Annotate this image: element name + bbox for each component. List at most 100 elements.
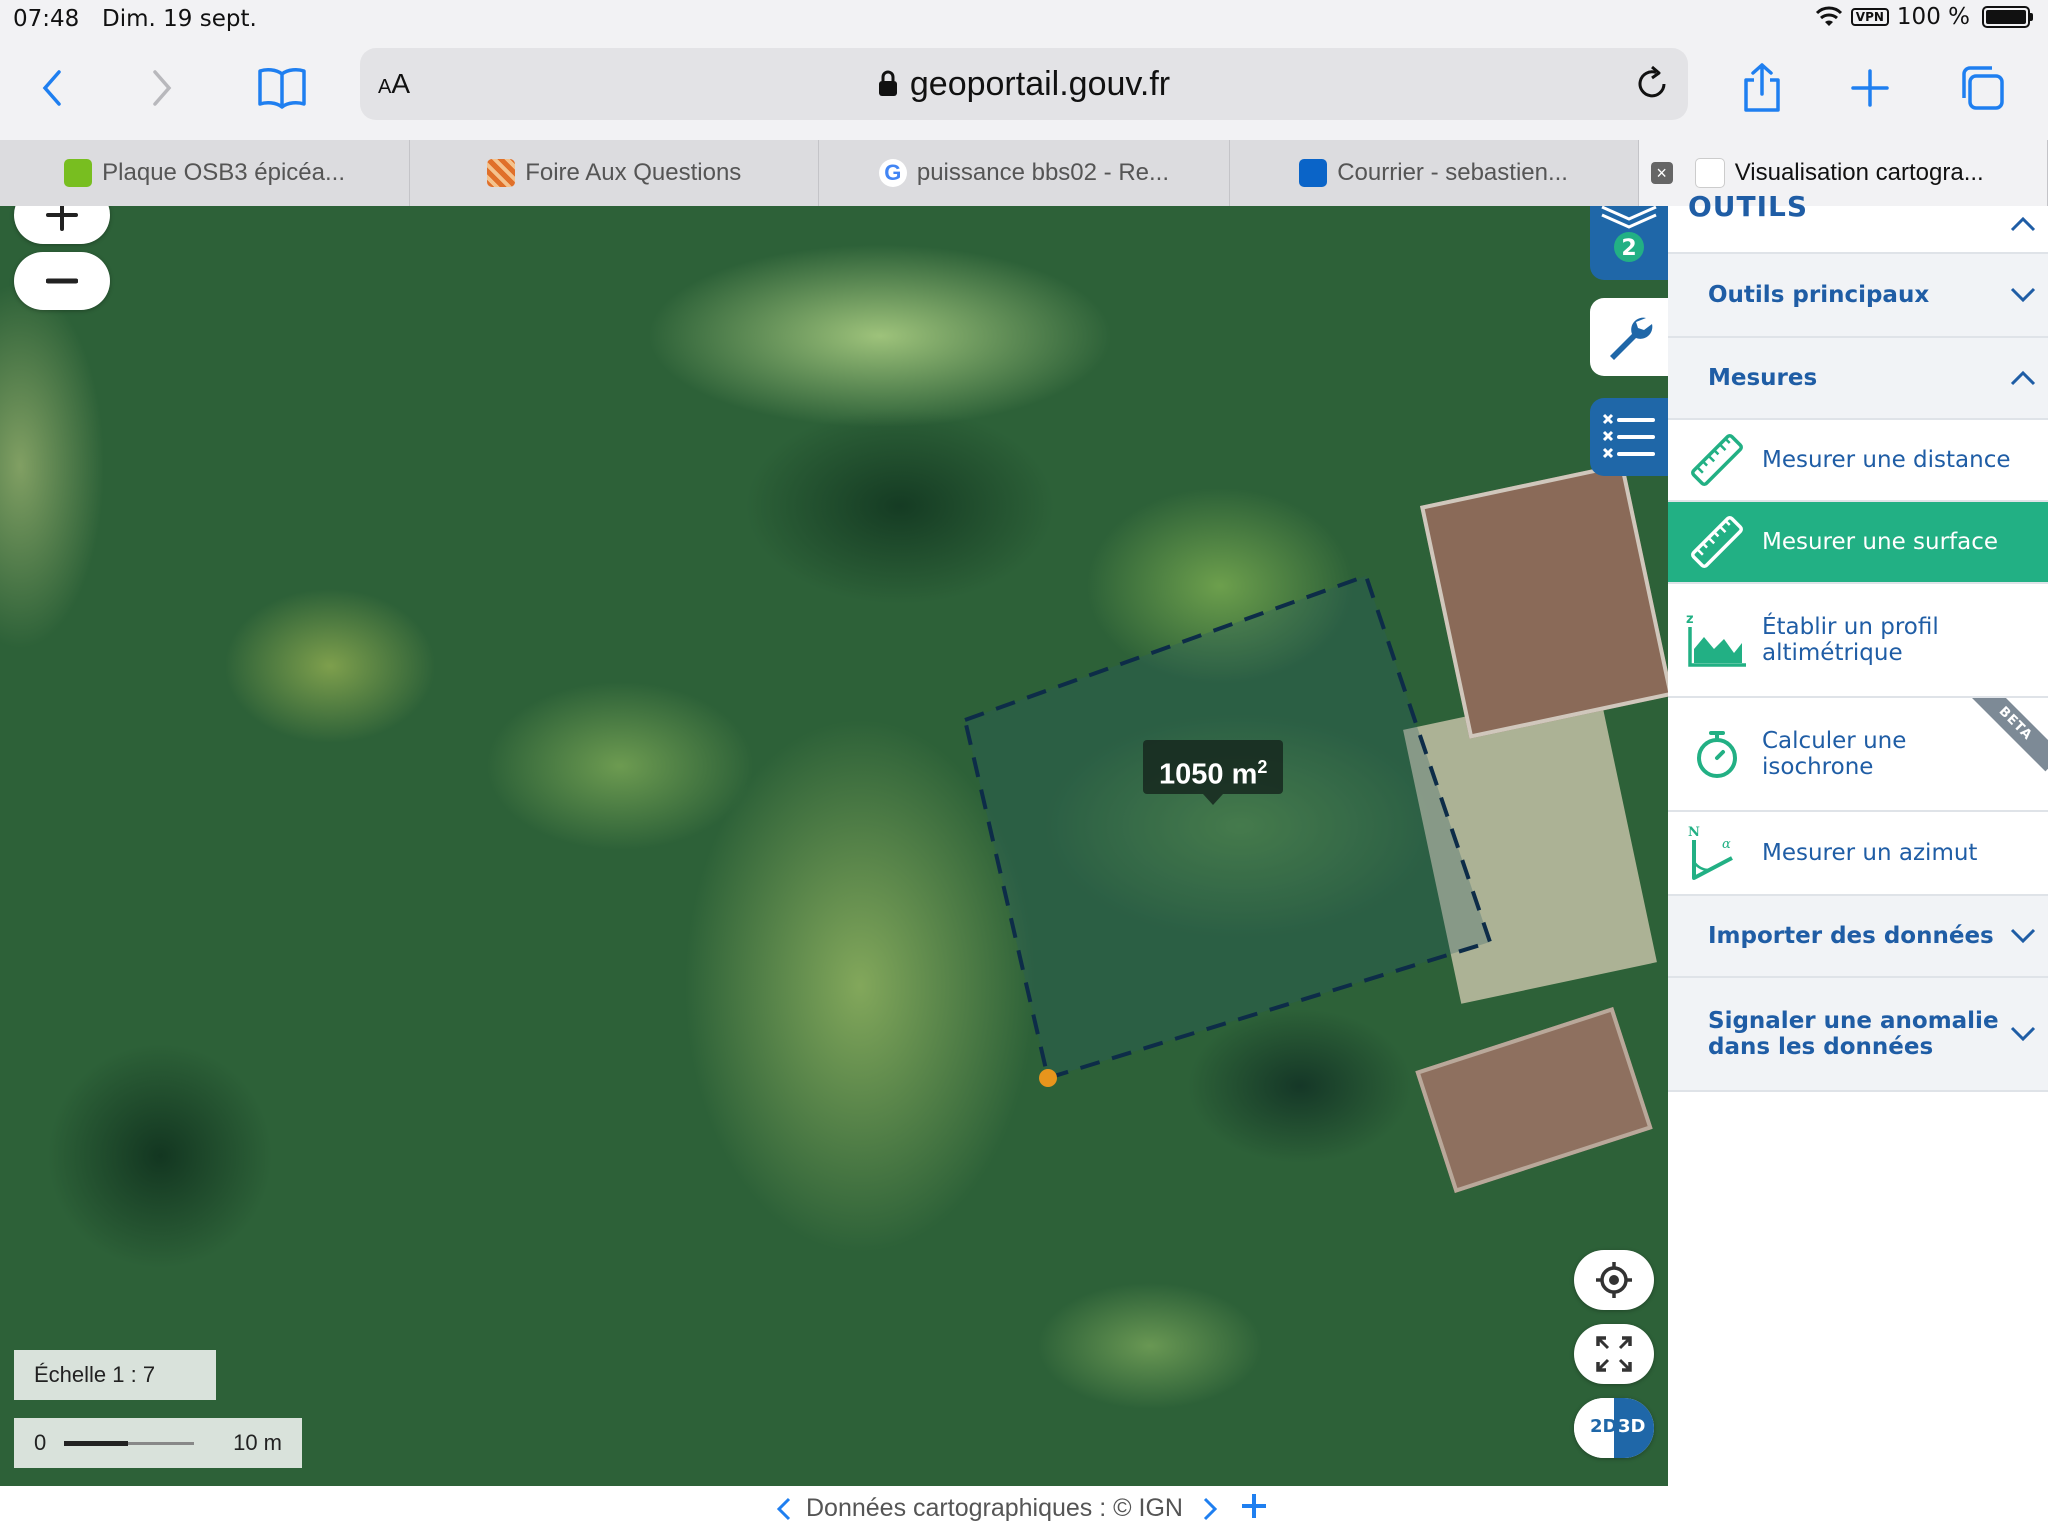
close-tab-icon[interactable]: ×	[1650, 162, 1673, 184]
elevation-profile-icon: z	[1684, 607, 1750, 673]
list-icon	[1602, 413, 1655, 459]
address-bar[interactable]: AA geoportail.gouv.fr	[360, 48, 1688, 120]
chevron-down-icon	[2010, 1026, 2036, 1042]
tool-label: Mesurer un azimut	[1762, 840, 1978, 866]
tool-isochrone[interactable]: Calculer une isochrone BETA	[1668, 698, 2048, 812]
scale-label: Échelle 1 : 7	[14, 1350, 216, 1400]
status-date: Dim. 19 sept.	[102, 6, 257, 32]
share-button[interactable]	[1732, 58, 1792, 118]
legend-button[interactable]	[1590, 398, 1668, 476]
plus-icon	[1851, 69, 1889, 107]
section-label: Outils principaux	[1708, 282, 1930, 308]
minus-icon	[46, 278, 78, 284]
svg-text:α: α	[1722, 837, 1731, 852]
section-importer-donnees[interactable]: Importer des données	[1668, 896, 2048, 978]
tool-mesurer-distance[interactable]: Mesurer une distance	[1668, 420, 2048, 502]
battery-percent: 100 %	[1896, 4, 1970, 30]
chevron-down-icon	[2010, 928, 2036, 944]
tab-puissance-bbs02[interactable]: G puissance bbs02 - Re...	[819, 140, 1230, 206]
tool-label: Mesurer une distance	[1762, 447, 2011, 473]
collapse-panel-icon[interactable]	[2010, 216, 2036, 232]
book-icon	[258, 68, 306, 109]
battery-icon	[1982, 6, 2033, 28]
scale-distance: 10 m	[233, 1430, 282, 1455]
section-signaler-anomalie[interactable]: Signaler une anomalie dans les données	[1668, 978, 2048, 1092]
scale-line	[64, 1441, 194, 1446]
tool-label: Calculer une isochrone	[1762, 728, 1907, 780]
bookmarks-button[interactable]	[252, 58, 312, 118]
share-icon	[1744, 63, 1780, 112]
layers-button[interactable]: 2	[1590, 206, 1668, 280]
plus-icon[interactable]	[1240, 1492, 1268, 1520]
tool-azimut[interactable]: Nα Mesurer un azimut	[1668, 812, 2048, 896]
vpn-badge: VPN	[1850, 8, 1889, 26]
locate-button[interactable]	[1574, 1250, 1654, 1310]
measurement-tooltip: 1050 m2	[1143, 740, 1284, 805]
layers-count: 2	[1621, 236, 1636, 261]
view-mode-toggle[interactable]: 2D 3D	[1574, 1398, 1654, 1458]
section-mesures[interactable]: Mesures	[1668, 338, 2048, 420]
measured-parcel	[962, 573, 1493, 1087]
zoom-out-button[interactable]	[14, 252, 110, 310]
beta-badge: BETA	[1967, 698, 2048, 772]
section-outils-principaux[interactable]: Outils principaux	[1668, 254, 2048, 338]
plus-icon	[46, 206, 78, 231]
striped-logo-icon	[487, 159, 516, 187]
tool-label: Établir un profil altimétrique	[1762, 614, 1939, 666]
panel-title: OUTILS	[1688, 190, 1809, 223]
geoportail-icon	[1694, 158, 1725, 188]
map-attribution-bar: Données cartographiques : © IGN	[0, 1486, 2048, 1536]
svg-text:z: z	[1686, 612, 1694, 627]
chevron-right-icon[interactable]	[1202, 1496, 1218, 1522]
tool-label: Mesurer une surface	[1762, 529, 1999, 555]
map-view[interactable]: 1050 m2 2 2D 3D Échelle 1 : 7 0 10 m	[0, 206, 1668, 1486]
tab-plaque-osb3[interactable]: Plaque OSB3 épicéa...	[0, 140, 411, 206]
tab-label: Plaque OSB3 épicéa...	[102, 159, 345, 186]
forward-button[interactable]	[132, 58, 192, 118]
tab-courrier[interactable]: Courrier - sebastien...	[1230, 140, 1639, 206]
chevron-right-icon	[153, 70, 172, 106]
lock-icon	[878, 70, 897, 96]
reload-icon	[1638, 65, 1666, 98]
layers-icon: 2	[1601, 206, 1657, 262]
expand-icon	[1596, 1336, 1632, 1372]
tool-mesurer-surface[interactable]: Mesurer une surface	[1668, 502, 2048, 584]
tab-overview-button[interactable]	[1952, 58, 2012, 118]
new-tab-button[interactable]	[1840, 58, 1900, 118]
tool-profil-altimetrique[interactable]: z Établir un profil altimétrique	[1668, 584, 2048, 698]
chevron-left-icon[interactable]	[776, 1496, 792, 1522]
panel-header: OUTILS	[1668, 190, 2048, 254]
stopwatch-icon	[1684, 721, 1750, 787]
measure-vertex[interactable]	[1039, 1069, 1057, 1087]
chevron-down-icon	[2010, 287, 2036, 303]
wrench-icon	[1610, 317, 1653, 360]
tab-label: Foire Aux Questions	[525, 159, 742, 186]
url-text[interactable]: geoportail.gouv.fr	[360, 65, 1688, 104]
section-label: Importer des données	[1708, 923, 1994, 949]
zoom-in-button[interactable]	[14, 206, 110, 244]
chevron-up-icon	[2010, 370, 2036, 386]
chevron-left-icon	[42, 70, 61, 106]
view-3d-label[interactable]: 3D	[1618, 1416, 1645, 1437]
outlook-icon	[1299, 159, 1328, 187]
azimuth-icon: Nα	[1684, 820, 1750, 886]
browser-toolbar: AA geoportail.gouv.fr	[0, 40, 2048, 140]
scale-bar: 0 10 m	[14, 1418, 302, 1468]
ruler-icon	[1684, 509, 1750, 575]
view-2d-label[interactable]: 2D	[1590, 1416, 1617, 1437]
google-icon: G	[878, 159, 907, 187]
section-label: Signaler une anomalie dans les données	[1708, 1008, 1999, 1060]
reload-button[interactable]	[1634, 64, 1670, 106]
attribution-text: Données cartographiques : © IGN	[806, 1494, 1183, 1522]
target-icon	[1596, 1262, 1632, 1298]
scale-zero: 0	[34, 1430, 47, 1455]
tab-label: puissance bbs02 - Re...	[916, 159, 1169, 186]
tab-foire-aux-questions[interactable]: Foire Aux Questions	[410, 140, 820, 206]
tools-button[interactable]	[1590, 298, 1668, 376]
back-button[interactable]	[22, 58, 82, 118]
status-bar: 07:48 Dim. 19 sept. VPN 100 %	[0, 0, 2048, 40]
tab-label: Courrier - sebastien...	[1337, 159, 1568, 186]
tabs-icon	[1962, 66, 2004, 110]
section-label: Mesures	[1708, 365, 1818, 391]
fullscreen-button[interactable]	[1574, 1324, 1654, 1384]
